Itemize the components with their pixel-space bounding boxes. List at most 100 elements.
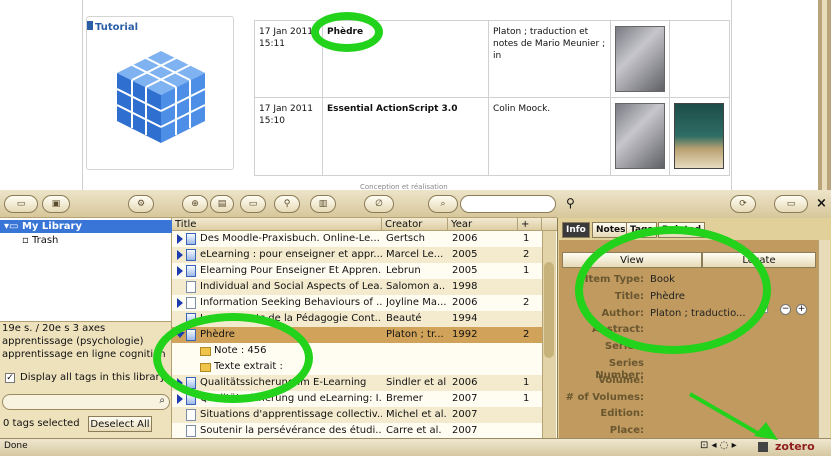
highlight-ring [311,12,383,52]
arrow-head-icon [754,422,778,440]
tag-line[interactable]: apprentissage (psychologie) [2,336,144,347]
new-collection-button[interactable]: ▭ [4,195,38,213]
add-author-icon[interactable]: + [796,304,807,315]
collection-my-library[interactable]: ▾▭ My Library [0,220,172,233]
row-year: 2006 [452,297,478,308]
note-icon: ▤ [217,199,227,209]
row-attachments: 1 [523,265,530,276]
link-icon: ⚲ [283,199,291,209]
window-icon: ▭ [786,199,796,209]
table-row[interactable]: Information Seeking Behaviours of ... Joy… [172,295,542,311]
display-all-tags-label[interactable]: Display all tags in this library [20,372,166,383]
highlight-ring [575,226,771,354]
thumb-cell [669,20,730,98]
column-header-creator[interactable]: Creator [382,218,448,231]
item-title[interactable]: Essential ActionScript 3.0 [327,104,458,114]
chevron-right-icon[interactable] [177,234,183,244]
collection-label[interactable]: My Library [22,221,82,232]
row-attachments: 1 [523,233,530,244]
row-year: 2007 [452,409,478,420]
tutorial-title[interactable]: Tutorial [95,22,138,33]
thumb-cell[interactable] [669,97,730,176]
book-thumbnail[interactable] [615,103,665,169]
book-thumbnail[interactable] [615,26,665,92]
add-by-id-button[interactable]: ▭ [240,195,266,213]
zotero-logo[interactable]: zotero [775,440,815,453]
row-creator: Salomon a... [386,281,446,292]
locate-icon[interactable]: ⚲ [566,196,575,210]
row-creator: Michel et al. [386,409,446,420]
scrollbar-thumb[interactable] [544,262,554,358]
table-row[interactable]: Des Moodle-Praxisbuch. Online-Le... Gerts… [172,231,542,247]
status-text: Done [4,441,28,451]
sync-button[interactable]: ⟳ [730,195,756,213]
row-year: 2005 [452,265,478,276]
row-creator: Sindler et al. [386,377,446,388]
chevron-right-icon[interactable] [177,250,183,260]
row-attachments: 2 [523,329,530,340]
fullscreen-button[interactable]: ▭ [774,195,808,213]
search-input[interactable] [460,195,556,213]
table-row[interactable]: eLearning : pour enseigner et appr... Mar… [172,247,542,263]
table-row[interactable]: Situations d'apprentissage collectiv... M… [172,407,542,423]
display-all-tags-checkbox[interactable]: ✓ [5,373,15,383]
table-row[interactable]: Individual and Social Aspects of Lea... S… [172,279,542,295]
column-header-title[interactable]: Title [172,218,382,231]
row-year: 2007 [452,425,478,436]
remove-author-icon[interactable]: − [780,304,791,315]
column-header-year[interactable]: Year [448,218,518,231]
row-creator: Joyline Ma... [386,297,446,308]
row-title: eLearning : pour enseigner et appr... [200,249,382,260]
chevron-right-icon[interactable] [177,394,183,404]
field-label: # of Volumes: [565,391,644,403]
date-text: 17 Jan 2011 [259,27,313,37]
book-cover-thumbnail[interactable] [674,103,724,169]
tag-line[interactable]: apprentissage en ligne cognition [2,349,166,360]
page-scrollbar[interactable] [818,0,831,190]
chevron-right-icon[interactable] [177,298,183,308]
group-icon: ▣ [51,199,61,209]
tag-filter-input[interactable]: ⌕ [2,394,170,410]
item-pane-scrollbar[interactable] [818,240,830,438]
page-left-margin [0,0,82,190]
row-attachments: 2 [523,249,530,260]
row-year: 2006 [452,233,478,244]
tag-line[interactable]: 19e s. / 20e s 3 axes [2,323,105,334]
new-note-button[interactable]: ▤ [210,195,234,213]
camera-icon: ▥ [318,199,328,209]
collection-trash[interactable]: ▫ Trash [0,234,172,247]
thumb-cell[interactable] [610,97,670,176]
zotero-icon[interactable] [758,442,768,452]
table-row[interactable]: Elearning Pour Enseigner Et Appren... Leb… [172,263,542,279]
column-header-attachments[interactable]: + [518,218,542,231]
row-attachments: 2 [523,297,530,308]
row-attachments: 1 [523,393,530,404]
tutorial-box[interactable]: Tutorial [86,16,234,170]
row-title: Situations d'apprentissage collectiv... [200,409,382,420]
collection-label[interactable]: Trash [32,235,58,246]
snapshot-button[interactable]: ▥ [310,195,336,213]
row-title: Information Seeking Behaviours of ... [200,297,382,308]
folder-plus-icon: ▭ [16,199,26,209]
deselect-all-button[interactable]: Deselect All [88,416,152,432]
row-creator: Carre et al. [386,425,442,436]
new-group-button[interactable]: ▣ [42,195,70,213]
sync-icon: ⟳ [739,199,747,209]
close-icon[interactable]: × [816,196,827,211]
thumb-cell[interactable] [610,20,670,98]
title-cell[interactable]: Essential ActionScript 3.0 [322,97,489,176]
trash-icon: ▫ [22,235,32,246]
chevron-right-icon[interactable] [177,266,183,276]
book-icon [186,233,196,245]
link-page-button[interactable]: ⚲ [274,195,300,213]
row-year: 1998 [452,281,478,292]
attach-button[interactable]: ∅ [364,195,394,213]
actions-button[interactable]: ⚙ [128,195,154,213]
row-year: 1994 [452,313,478,324]
new-item-button[interactable]: ⊕ [182,195,208,213]
advanced-search-button[interactable]: ⌕ [428,195,458,213]
library-icon: ▾▭ [4,221,22,232]
table-row[interactable]: Soutenir la persévérance des étudi... Car… [172,423,542,439]
table-row: 17 Jan 2011 15:10 Essential ActionScript … [254,97,730,176]
tab-info[interactable]: Info [562,222,590,238]
